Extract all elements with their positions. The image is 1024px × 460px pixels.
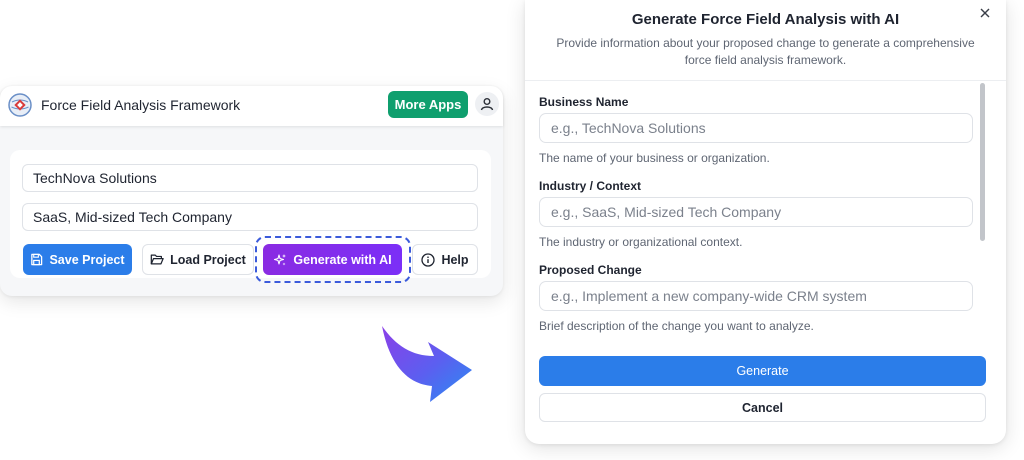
save-project-label: Save Project — [49, 252, 125, 267]
generate-modal: Generate Force Field Analysis with AI Pr… — [525, 0, 1006, 444]
industry-context-field[interactable]: e.g., SaaS, Mid-sized Tech Company — [539, 197, 973, 227]
business-name-field[interactable]: e.g., TechNova Solutions — [539, 113, 973, 143]
modal-form-body: Business Name e.g., TechNova Solutions T… — [525, 80, 1006, 345]
generate-button[interactable]: Generate — [539, 356, 986, 386]
more-apps-button[interactable]: More Apps — [388, 91, 468, 118]
app-header: Force Field Analysis Framework More Apps — [0, 86, 503, 126]
transition-arrow-icon — [382, 326, 472, 402]
proposed-change-label: Proposed Change — [539, 263, 642, 277]
generate-with-ai-label: Generate with AI — [293, 252, 392, 267]
load-project-button[interactable]: Load Project — [142, 244, 254, 275]
help-label: Help — [441, 252, 469, 267]
industry-input[interactable]: SaaS, Mid-sized Tech Company — [22, 203, 478, 231]
proposed-change-field[interactable]: e.g., Implement a new company-wide CRM s… — [539, 281, 973, 311]
app-title: Force Field Analysis Framework — [41, 97, 241, 113]
modal-description: Provide information about your proposed … — [556, 36, 975, 67]
business-name-input[interactable]: TechNova Solutions — [22, 164, 478, 192]
help-button[interactable]: Help — [412, 244, 478, 275]
save-project-button[interactable]: Save Project — [23, 244, 132, 275]
sparkles-icon — [274, 253, 287, 265]
cancel-button[interactable]: Cancel — [539, 393, 986, 422]
business-name-hint: The name of your business or organizatio… — [539, 151, 770, 165]
app-logo-icon — [8, 93, 32, 117]
info-icon — [421, 252, 436, 267]
folder-open-icon — [150, 254, 164, 265]
industry-context-label: Industry / Context — [539, 179, 642, 193]
modal-scrollbar[interactable] — [980, 83, 985, 241]
business-name-label: Business Name — [539, 95, 629, 109]
generate-with-ai-button[interactable]: Generate with AI — [263, 244, 402, 275]
save-icon — [31, 253, 43, 266]
industry-context-hint: The industry or organizational context. — [539, 235, 743, 249]
modal-title: Generate Force Field Analysis with AI — [631, 11, 900, 28]
proposed-change-hint: Brief description of the change you want… — [539, 319, 814, 333]
user-icon[interactable] — [475, 92, 499, 116]
load-project-label: Load Project — [170, 252, 246, 267]
